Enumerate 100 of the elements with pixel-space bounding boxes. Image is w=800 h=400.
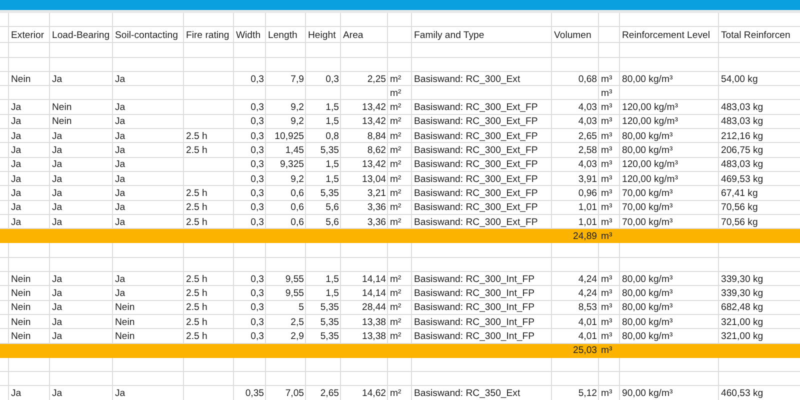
- table-cell: Ja: [11, 216, 22, 228]
- table-cell: m³: [601, 174, 612, 185]
- table-cell: Ja: [52, 216, 62, 228]
- table-cell: m²: [390, 330, 402, 342]
- table-cell: Ja: [115, 202, 126, 214]
- table-cell: Ja: [115, 216, 126, 228]
- table-cell: 70,00 kg/m³: [622, 216, 673, 228]
- table-cell: 13,38: [362, 330, 386, 342]
- table-cell: Nein: [11, 288, 31, 299]
- table-cell: m³: [601, 330, 612, 342]
- table-cell: 0,3: [250, 274, 264, 285]
- table-cell: 80,00 kg/m³: [622, 302, 673, 314]
- table-cell: 67,41 kg: [721, 188, 758, 199]
- table-cell: Ja: [52, 159, 62, 170]
- table-cell: 4,03: [578, 159, 597, 170]
- table-cell: 80,00 kg/m³: [622, 288, 673, 299]
- table-cell: Basiswand: RC_300_Int_FP: [414, 274, 535, 285]
- table-cell: 0,3: [250, 188, 264, 199]
- table-cell: 14,62: [362, 388, 386, 400]
- table-cell: m²: [390, 274, 402, 285]
- table-cell: Basiswand: RC_300_Ext_FP: [414, 174, 538, 185]
- table-cell: 13,04: [362, 174, 386, 185]
- table-cell: 0,3: [250, 116, 264, 128]
- table-cell: Basiswand: RC_300_Ext_FP: [414, 145, 538, 156]
- table-cell: Ja: [52, 174, 62, 185]
- table-cell: m²: [390, 288, 402, 299]
- table-cell: m³: [601, 345, 612, 356]
- table-cell: 483,03 kg: [721, 159, 764, 170]
- table-cell: 2,9: [290, 330, 304, 342]
- table-cell: Ja: [115, 274, 126, 285]
- table-cell: 2.5 h: [186, 188, 208, 199]
- table-cell: m³: [601, 74, 612, 85]
- table-cell: Ja: [52, 302, 62, 314]
- table-cell: 9,55: [285, 274, 304, 285]
- table-cell: 1,45: [285, 145, 304, 156]
- table-cell: 5,35: [320, 145, 339, 156]
- column-header: Exterior: [11, 30, 44, 41]
- table-cell: 9,325: [280, 159, 304, 170]
- table-cell: 5,12: [578, 388, 597, 400]
- table-cell: m³: [601, 145, 612, 156]
- table-cell: 7,9: [290, 74, 304, 85]
- table-cell: 1,01: [578, 202, 597, 214]
- table-cell: 120,00 kg/m³: [622, 159, 678, 170]
- table-cell: 3,21: [367, 188, 386, 199]
- table-cell: Ja: [115, 130, 126, 142]
- table-cell: 80,00 kg/m³: [622, 74, 673, 85]
- table-cell: Ja: [11, 202, 22, 214]
- table-cell: Nein: [11, 302, 31, 314]
- table-cell: Ja: [115, 159, 126, 170]
- table-cell: Ja: [52, 202, 62, 214]
- table-cell: Basiswand: RC_300_Ext_FP: [414, 130, 538, 142]
- table-cell: 8,62: [367, 145, 386, 156]
- table-cell: m³: [601, 188, 612, 199]
- table-cell: Nein: [52, 102, 72, 114]
- table-cell: m³: [601, 159, 612, 170]
- table-cell: Ja: [11, 159, 22, 170]
- table-cell: 28,44: [362, 302, 386, 314]
- table-cell: Basiswand: RC_300_Int_FP: [414, 316, 535, 328]
- table-cell: Nein: [11, 274, 31, 285]
- table-cell: 339,30 kg: [721, 288, 764, 299]
- table-cell: Ja: [52, 145, 62, 156]
- column-header: Height: [308, 30, 336, 41]
- table-cell: 0,3: [250, 145, 264, 156]
- table-cell: Basiswand: RC_300_Ext_FP: [414, 202, 538, 214]
- table-cell: m³: [601, 302, 612, 314]
- table-cell: 9,2: [290, 174, 304, 185]
- table-cell: Nein: [11, 316, 31, 328]
- table-cell: m³: [601, 230, 612, 242]
- column-header: Volumen: [554, 30, 592, 41]
- table-cell: 14,14: [362, 274, 386, 285]
- table-cell: 1,5: [326, 274, 339, 285]
- table-cell: m³: [601, 288, 612, 299]
- table-cell: 0,96: [578, 188, 597, 199]
- table-cell: 5: [298, 302, 304, 314]
- table-cell: Ja: [52, 188, 62, 199]
- table-cell: Nein: [115, 316, 135, 328]
- table-cell: 5,35: [320, 330, 339, 342]
- table-cell: m³: [601, 216, 612, 228]
- table-cell: 212,16 kg: [721, 130, 764, 142]
- table-cell: m²: [390, 202, 402, 214]
- table-cell: Ja: [11, 116, 22, 128]
- table-cell: 70,00 kg/m³: [622, 188, 673, 199]
- table-cell: 469,53 kg: [721, 174, 764, 185]
- table-cell: 5,6: [326, 216, 339, 228]
- table-cell: Ja: [52, 316, 62, 328]
- table-cell: 0,6: [290, 188, 304, 199]
- table-cell: Ja: [115, 188, 126, 199]
- table-cell: m²: [390, 88, 402, 99]
- table-cell: Basiswand: RC_300_Ext: [414, 74, 520, 85]
- table-cell: 0,3: [250, 174, 264, 185]
- table-cell: 3,91: [578, 174, 597, 185]
- table-cell: Ja: [52, 330, 62, 342]
- table-cell: Ja: [11, 145, 22, 156]
- table-cell: 1,5: [326, 159, 339, 170]
- table-cell: 5,35: [320, 316, 339, 328]
- table-cell: 2,5: [290, 316, 304, 328]
- table-cell: Basiswand: RC_300_Int_FP: [414, 330, 535, 342]
- table-cell: 120,00 kg/m³: [622, 102, 678, 114]
- table-cell: 2,65: [578, 130, 597, 142]
- table-cell: 0,3: [250, 316, 264, 328]
